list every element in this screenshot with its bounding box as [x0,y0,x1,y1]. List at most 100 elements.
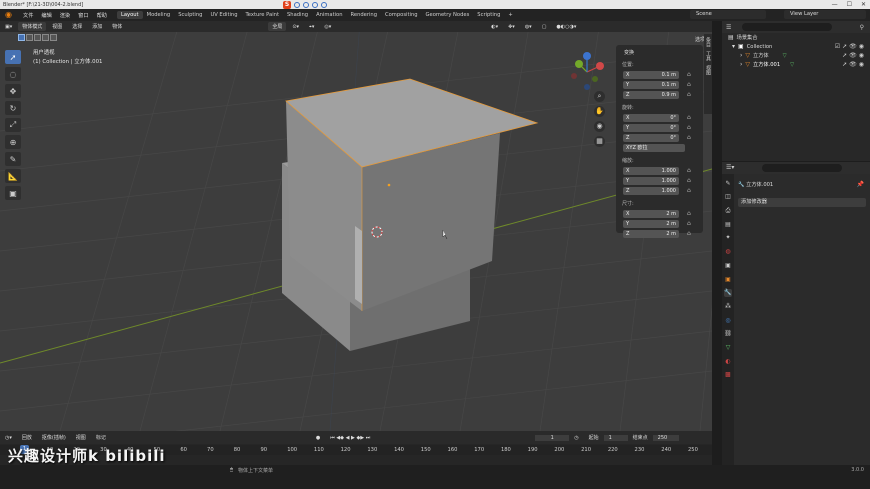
playback-controls[interactable]: ⏮ ◀◆ ◀ ▶ ◆▶ ⏭ [325,435,375,441]
scale-z-field[interactable]: Z 1.000 [623,186,679,195]
scale-x-field[interactable]: X 1.000 [623,166,679,175]
overlay-toggle-icon[interactable]: ◍▾ [520,24,537,30]
pan-hand-icon[interactable]: ✋ [594,106,605,117]
lock-icon[interactable]: ⌂ [687,124,691,131]
lock-icon[interactable]: ⌂ [687,134,691,141]
menu-object[interactable]: 物体 [107,23,127,30]
lock-icon[interactable]: ⌂ [687,187,691,194]
lock-icon[interactable]: ⌂ [687,230,691,237]
snap-icon[interactable]: ⌖▾ [304,24,319,30]
ime-dot-icon[interactable] [321,1,327,8]
outliner-object-row[interactable]: › ▽ 立方体 ▽ ➚👁◉ [722,51,870,60]
minimize-button[interactable]: — [832,1,838,8]
select-new-icon[interactable] [18,34,25,41]
menu-add[interactable]: 添加 [87,23,107,30]
select-extend-icon[interactable] [26,34,33,41]
pivot-icon[interactable]: ⊙▾ [287,24,304,30]
pin-icon[interactable]: 📌 [857,181,864,188]
lock-icon[interactable]: ⌂ [687,210,691,217]
close-button[interactable]: ✕ [861,1,866,8]
add-modifier-dropdown[interactable]: 添加修改器 [738,198,866,207]
tab-geometry-nodes[interactable]: Geometry Nodes [422,11,474,19]
orientation-dropdown[interactable]: 全局 [268,22,287,31]
tab-tool[interactable]: 工具 [705,51,712,61]
add-cube-tool-icon[interactable]: ▣ [5,186,21,200]
move-tool-icon[interactable]: ✥ [5,84,21,98]
menu-file[interactable]: 文件 [19,12,37,19]
ime-dot-icon[interactable] [294,1,300,8]
lock-icon[interactable]: ⌂ [687,177,691,184]
tab-shading[interactable]: Shading [283,11,312,19]
collection-row[interactable]: ▾ ▣ Collection ☑➚👁◉ [722,42,870,51]
scene-collection-row[interactable]: ▤ 场景集合 [722,33,870,42]
lock-icon[interactable]: ⌂ [687,114,691,121]
visibility-toggles-icon[interactable]: ☑➚👁◉ [835,43,866,50]
expand-icon[interactable]: › [740,52,742,59]
dimension-x-field[interactable]: X2 m [623,209,679,218]
editor-type-icon[interactable]: ▣▾ [0,24,17,30]
lock-icon[interactable]: ⌂ [687,220,691,227]
ime-dot-icon[interactable] [303,1,309,8]
visibility-toggles-icon[interactable]: ➚👁◉ [842,52,866,59]
dimension-z-field[interactable]: Z2 m [623,229,679,238]
outliner-search-input[interactable] [742,23,832,31]
preview-range-icon[interactable]: ◷ [569,435,583,441]
proportional-edit-icon[interactable]: ◎▾ [319,24,336,30]
tab-scripting[interactable]: Scripting [473,11,504,19]
rotation-x-field[interactable]: X 0° [623,113,679,122]
transform-header[interactable]: 变换 [624,49,700,56]
current-frame-field[interactable]: 1 [535,434,570,441]
scale-tool-icon[interactable]: ⤢ [5,118,21,132]
modifier-tab-icon[interactable]: 🔧 [724,289,732,298]
texture-tab-icon[interactable]: ▩ [724,371,732,379]
outliner-object-row[interactable]: › ▽ 立方体.001 ▽ ➚👁◉ [722,60,870,69]
view-layer-selector[interactable]: View Layer [784,10,866,19]
tab-texture-paint[interactable]: Texture Paint [242,11,283,19]
rotate-tool-icon[interactable]: ↻ [5,101,21,115]
perspective-grid-icon[interactable]: ▦ [594,136,605,147]
select-box-tool-icon[interactable]: ➚ [5,50,21,64]
add-workspace-button[interactable]: + [504,11,516,19]
menu-help[interactable]: 帮助 [93,12,111,19]
editor-type-icon[interactable]: ◷▾ [0,435,17,441]
menu-window[interactable]: 窗口 [74,12,92,19]
maximize-button[interactable]: ☐ [847,1,852,8]
ime-dot-icon[interactable] [312,1,318,8]
select-invert-icon[interactable] [42,34,49,41]
material-tab-icon[interactable]: ◐ [724,358,732,366]
menu-marker[interactable]: 标记 [91,434,111,441]
view-layer-tab-icon[interactable]: ▤ [724,221,732,229]
zoom-icon[interactable]: ⌕ [594,91,605,102]
physics-tab-icon[interactable]: ◎ [724,317,732,325]
location-z-field[interactable]: Z 0.9 m [623,90,679,99]
tab-view[interactable]: 视图 [705,65,712,75]
menu-playback[interactable]: 回放 [17,434,37,441]
record-button[interactable]: ● [311,435,325,441]
filter-icon[interactable]: ⚲ [860,24,864,31]
output-tab-icon[interactable]: ⎙ [724,207,732,215]
particles-tab-icon[interactable]: ⁂ [724,303,732,311]
lock-icon[interactable]: ⌂ [687,81,691,88]
blender-logo-icon[interactable]: ◉ [5,10,15,20]
select-subtract-icon[interactable] [34,34,41,41]
scene-tab-icon[interactable]: ✦ [724,234,732,242]
y-axis-icon[interactable] [575,60,583,68]
tab-uv-editing[interactable]: UV Editing [206,11,241,19]
tool-tab-icon[interactable]: ✎ [724,180,732,188]
tab-item[interactable]: 条目 [705,37,712,47]
constraints-tab-icon[interactable]: ⛓ [724,330,732,338]
tab-rendering[interactable]: Rendering [347,11,382,19]
annotate-tool-icon[interactable]: ✎ [5,152,21,166]
tab-animation[interactable]: Animation [312,11,346,19]
editor-type-icon[interactable]: ☰ [726,24,731,31]
expand-icon[interactable]: ▾ [732,43,735,50]
lock-icon[interactable]: ⌂ [687,167,691,174]
visibility-icon[interactable]: ◐▾ [486,24,503,30]
tab-compositing[interactable]: Compositing [381,11,422,19]
dimension-y-field[interactable]: Y2 m [623,219,679,228]
menu-view[interactable]: 视图 [71,434,91,441]
scene-selector[interactable]: Scene [690,10,766,19]
world-tab-icon[interactable]: ◍ [724,248,732,256]
editor-type-icon[interactable]: ☰▾ [726,164,734,171]
visibility-toggles-icon[interactable]: ➚👁◉ [842,61,866,68]
